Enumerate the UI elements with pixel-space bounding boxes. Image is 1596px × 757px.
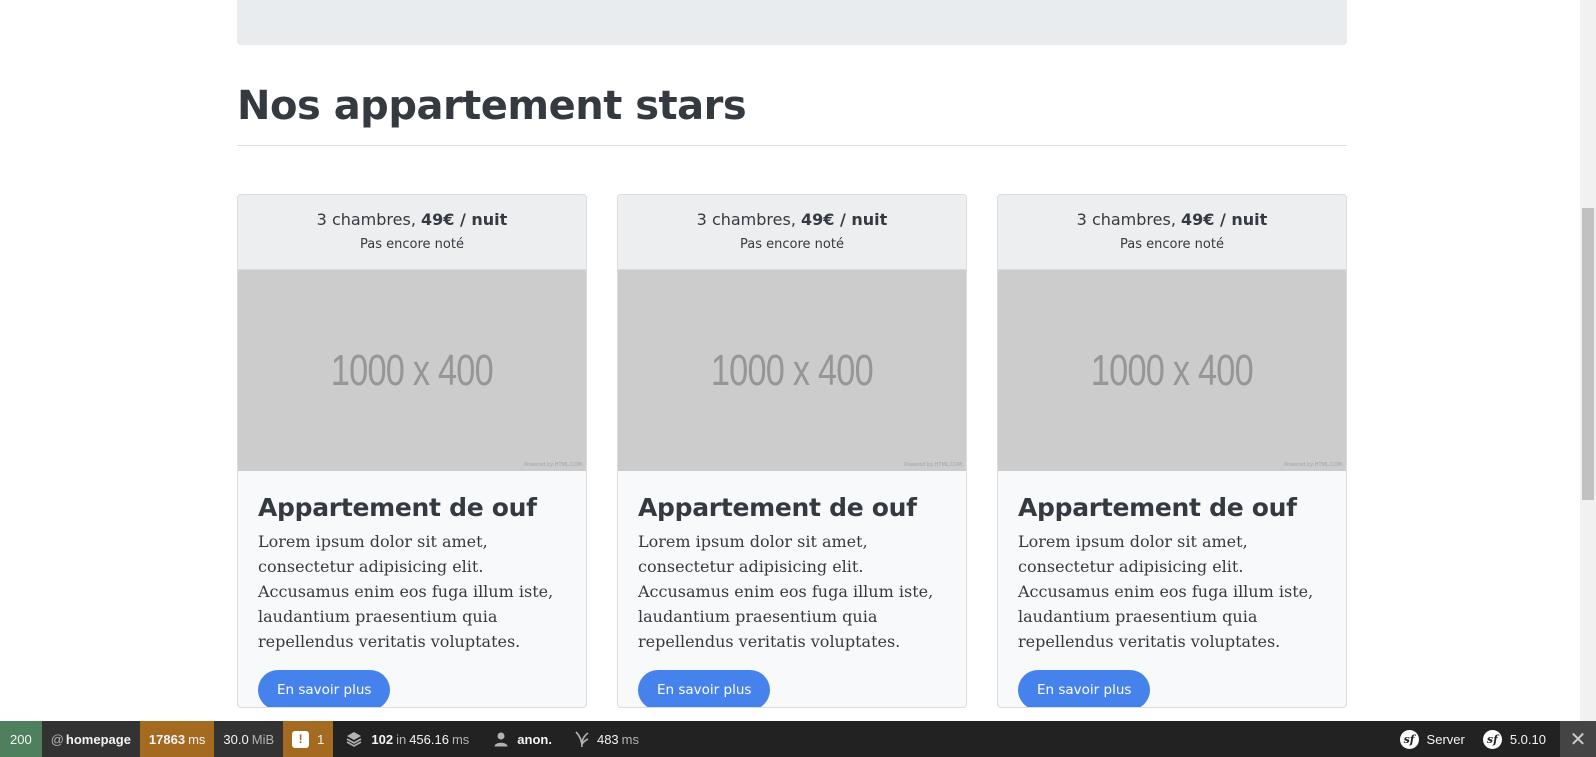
layers-icon <box>345 730 363 748</box>
memory-unit: MiB <box>251 731 275 747</box>
scrollbar-thumb[interactable] <box>1582 208 1594 500</box>
card-image-placeholder[interactable]: 1000 x 400 Powered by HTML.COM <box>238 270 586 471</box>
section-title: Nos appartement stars <box>237 83 747 129</box>
warnings-panel[interactable]: ! 1 <box>283 721 334 757</box>
twig-time-unit: ms <box>621 731 640 747</box>
database-panel[interactable]: 102 in 456.16 ms <box>333 721 481 757</box>
symfony-version: 5.0.10 <box>1509 731 1546 747</box>
card-rooms-price: 3 chambres, 49€ / nuit <box>618 209 966 231</box>
card-description: Lorem ipsum dolor sit amet, consectetur … <box>638 532 934 651</box>
card-rooms-price: 3 chambres, 49€ / nuit <box>238 209 586 231</box>
card-rooms: 3 chambres, <box>316 210 416 229</box>
apartment-card: 3 chambres, 49€ / nuit Pas encore noté 1… <box>237 194 587 708</box>
image-credit: Powered by HTML.COM <box>1284 462 1342 468</box>
exclamation-icon: ! <box>292 730 310 748</box>
card-rating: Pas encore noté <box>360 237 464 252</box>
time-unit: ms <box>188 731 206 747</box>
symfony-logo-icon: sf <box>1482 729 1502 749</box>
card-price: 49€ / nuit <box>1181 210 1268 229</box>
server-label: Server <box>1426 731 1465 747</box>
card-image-placeholder[interactable]: 1000 x 400 Powered by HTML.COM <box>998 270 1346 471</box>
card-body: Appartement de ouf Lorem ipsum dolor sit… <box>998 471 1346 707</box>
vertical-scrollbar[interactable] <box>1580 0 1596 721</box>
person-icon <box>493 731 509 747</box>
jumbotron-bottom <box>237 0 1347 45</box>
db-in-label: in <box>396 731 407 747</box>
close-toolbar-button[interactable]: ✕ <box>1560 721 1596 757</box>
route-panel[interactable]: @ homepage <box>41 721 140 757</box>
learn-more-button[interactable]: En savoir plus <box>638 670 771 707</box>
card-rooms-price: 3 chambres, 49€ / nuit <box>998 209 1346 231</box>
section-divider <box>237 145 1347 146</box>
card-header: 3 chambres, 49€ / nuit Pas encore noté <box>238 195 586 270</box>
card-rooms: 3 chambres, <box>1076 210 1176 229</box>
apartment-card: 3 chambres, 49€ / nuit Pas encore noté 1… <box>617 194 967 708</box>
card-description: Lorem ipsum dolor sit amet, consectetur … <box>258 532 554 651</box>
card-header: 3 chambres, 49€ / nuit Pas encore noté <box>618 195 966 270</box>
route-prefix: @ <box>50 731 64 747</box>
toolbar-right: sf Server sf 5.0.10 ✕ <box>1391 721 1596 757</box>
close-icon: ✕ <box>1569 728 1587 751</box>
status-code: 200 <box>10 731 32 747</box>
image-dimensions-text: 1000 x 400 <box>330 345 494 395</box>
apartment-card: 3 chambres, 49€ / nuit Pas encore noté 1… <box>997 194 1347 708</box>
card-description: Lorem ipsum dolor sit amet, consectetur … <box>1018 532 1314 651</box>
time-panel[interactable]: 17863 ms <box>139 721 215 757</box>
card-price: 49€ / nuit <box>421 210 508 229</box>
image-credit: Powered by HTML.COM <box>904 462 962 468</box>
warnings-count: 1 <box>317 731 325 747</box>
twig-icon <box>575 731 589 747</box>
card-rooms: 3 chambres, <box>696 210 796 229</box>
learn-more-button[interactable]: En savoir plus <box>1018 670 1151 707</box>
image-dimensions-text: 1000 x 400 <box>710 345 874 395</box>
twig-panel[interactable]: 483 ms <box>561 721 651 757</box>
card-title: Appartement de ouf <box>638 493 917 522</box>
image-dimensions-text: 1000 x 400 <box>1090 345 1254 395</box>
time-value: 17863 <box>148 731 186 747</box>
card-title: Appartement de ouf <box>1018 493 1297 522</box>
card-title: Appartement de ouf <box>258 493 537 522</box>
server-panel[interactable]: sf Server <box>1391 721 1474 757</box>
db-queries: 102 <box>371 731 394 747</box>
debug-toolbar: 200 @ homepage 17863 ms 30.0 MiB ! 1 102… <box>0 721 1596 757</box>
db-time: 456.16 <box>409 731 449 747</box>
card-header: 3 chambres, 49€ / nuit Pas encore noté <box>998 195 1346 270</box>
card-rating: Pas encore noté <box>740 237 844 252</box>
status-code-panel[interactable]: 200 <box>0 721 42 757</box>
card-rating: Pas encore noté <box>1120 237 1224 252</box>
card-price: 49€ / nuit <box>801 210 888 229</box>
security-panel[interactable]: anon. <box>481 721 561 757</box>
twig-time: 483 <box>596 731 619 747</box>
version-panel[interactable]: sf 5.0.10 <box>1474 721 1560 757</box>
card-body: Appartement de ouf Lorem ipsum dolor sit… <box>618 471 966 707</box>
memory-panel[interactable]: 30.0 MiB <box>214 721 284 757</box>
card-body: Appartement de ouf Lorem ipsum dolor sit… <box>238 471 586 707</box>
symfony-logo-icon: sf <box>1399 729 1419 749</box>
memory-value: 30.0 <box>223 731 249 747</box>
route-name: homepage <box>65 731 131 747</box>
user-name: anon. <box>517 731 552 747</box>
card-image-placeholder[interactable]: 1000 x 400 Powered by HTML.COM <box>618 270 966 471</box>
db-time-unit: ms <box>451 731 470 747</box>
learn-more-button[interactable]: En savoir plus <box>258 670 391 707</box>
image-credit: Powered by HTML.COM <box>524 462 582 468</box>
